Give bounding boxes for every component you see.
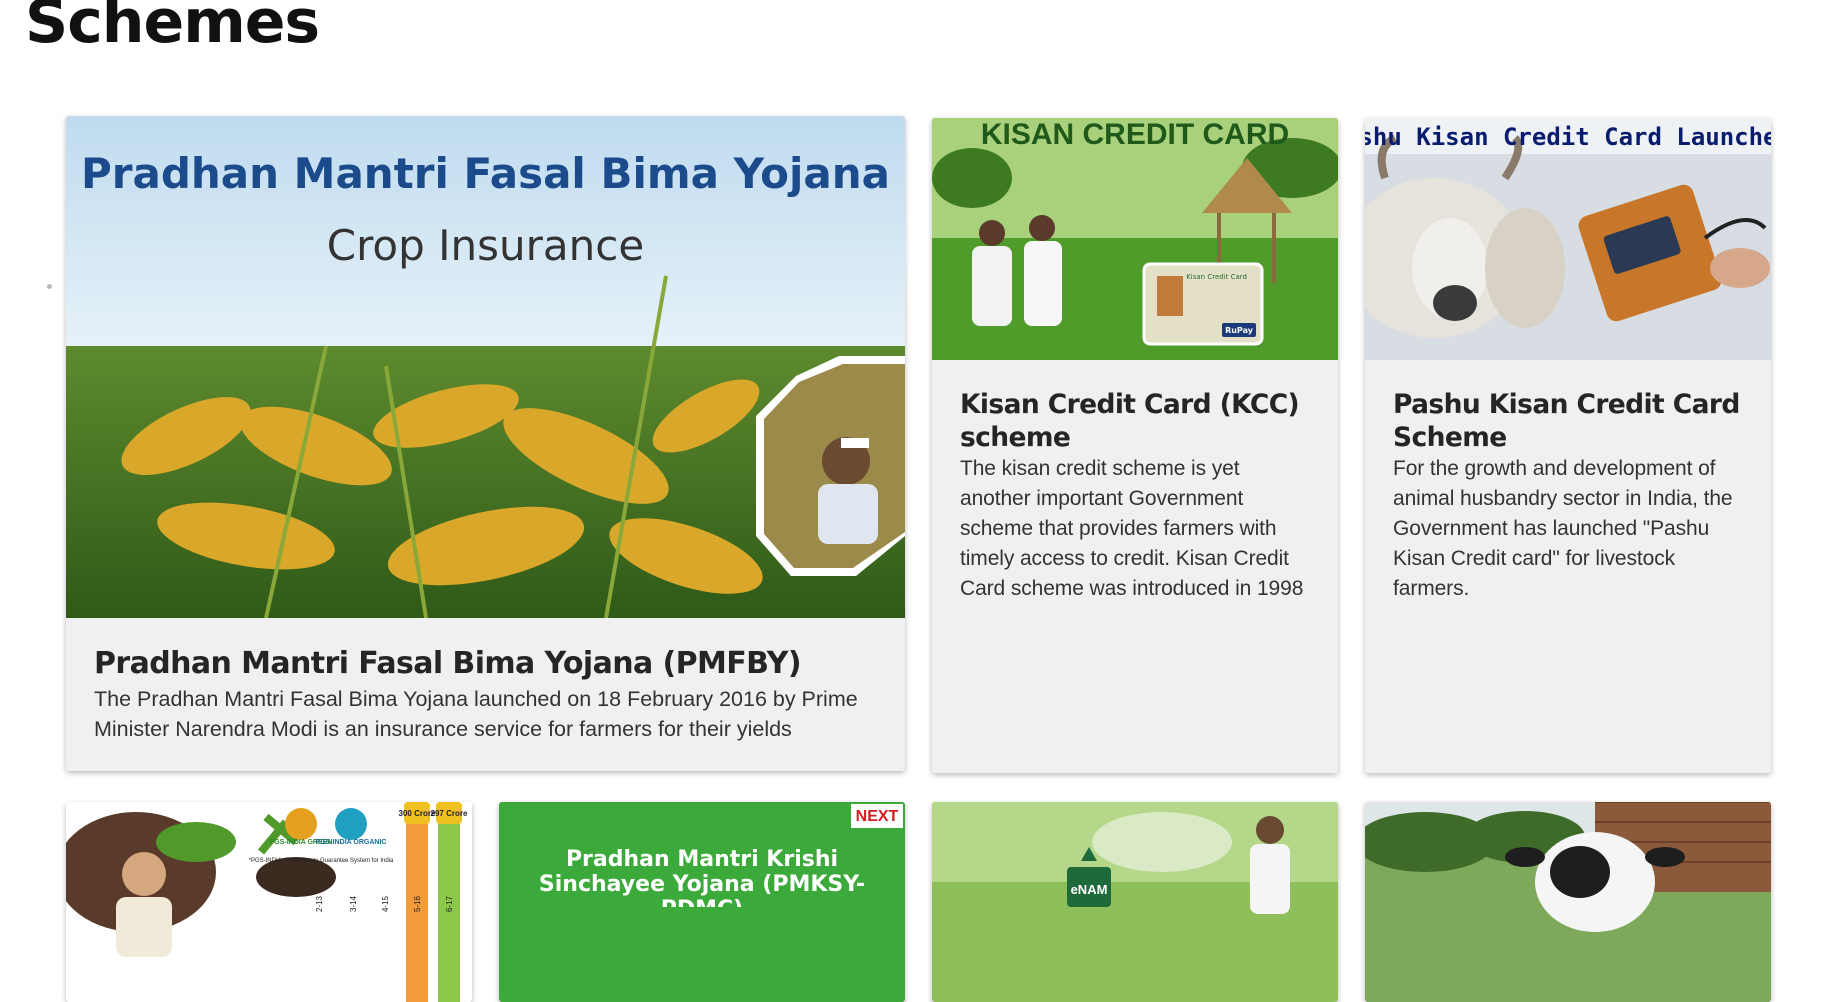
kcc-image-heading: KISAN CREDIT CARD bbox=[981, 118, 1289, 151]
scheme-card-pashu-kcc[interactable]: ashu Kisan Credit Card Launched Pashu Ki… bbox=[1365, 118, 1771, 773]
pmksy-image-heading: Pradhan Mantri Krishi Sinchayee Yojana (… bbox=[538, 847, 866, 907]
pgs-year-5: 6-17 bbox=[445, 895, 454, 912]
pkcc-title[interactable]: Pashu Kisan Credit Card Scheme bbox=[1393, 388, 1743, 454]
scheme-card-pmfby[interactable]: Pradhan Mantri Fasal Bima Yojana Crop In… bbox=[66, 116, 905, 771]
pgs-year-2: 3-14 bbox=[349, 895, 358, 912]
scheme-card-pmksy[interactable]: NEXT Pradhan Mantri Krishi Sinchayee Yoj… bbox=[499, 802, 905, 1002]
scheme-card-pgs-india[interactable]: PGS-INDIA GREEN PGS-INDIA ORGANIC *PGS-I… bbox=[66, 802, 472, 1002]
pgs-year-4: 5-16 bbox=[413, 895, 422, 912]
pkcc-image: ashu Kisan Credit Card Launched bbox=[1365, 118, 1771, 360]
pgs-logo-organic: PGS-INDIA ORGANIC bbox=[316, 839, 387, 846]
enam-image: eNAM bbox=[932, 802, 1338, 1002]
kcc-image: Kisan Credit Card RuPay KISAN CREDIT CAR… bbox=[932, 118, 1338, 360]
scheme-card-enam[interactable]: eNAM bbox=[932, 802, 1338, 1002]
pmfby-banner-image: Pradhan Mantri Fasal Bima Yojana Crop In… bbox=[66, 116, 905, 618]
page-title: Schemes bbox=[25, 0, 320, 57]
pkcc-image-heading: ashu Kisan Credit Card Launched bbox=[1365, 123, 1771, 151]
pgs-caption: *PGS-INDIA: Participatory Guarantee Syst… bbox=[249, 858, 394, 864]
scheme-card-dairy[interactable] bbox=[1365, 802, 1771, 1002]
kcc-title[interactable]: Kisan Credit Card (KCC) scheme bbox=[960, 388, 1310, 454]
kcc-description: The kisan credit scheme is yet another i… bbox=[960, 457, 1304, 600]
kcc-card-brand: RuPay bbox=[1225, 326, 1254, 335]
pkcc-description: For the growth and development of animal… bbox=[1393, 457, 1733, 600]
pmfby-image-subheading: Crop Insurance bbox=[327, 221, 644, 270]
pgs-year-1: 2-13 bbox=[315, 895, 324, 912]
pgs-bar-label-2: 297 Crore bbox=[431, 809, 468, 818]
pmfby-title[interactable]: Pradhan Mantri Fasal Bima Yojana (PMFBY) bbox=[94, 646, 877, 682]
pgs-image: PGS-INDIA GREEN PGS-INDIA ORGANIC *PGS-I… bbox=[66, 802, 472, 1002]
pmfby-description: The Pradhan Mantri Fasal Bima Yojana lau… bbox=[94, 687, 858, 741]
scheme-card-kcc[interactable]: Kisan Credit Card RuPay KISAN CREDIT CAR… bbox=[932, 118, 1338, 773]
carousel-dot[interactable] bbox=[47, 284, 52, 289]
enam-logo: eNAM bbox=[1071, 882, 1108, 897]
kcc-card-label: Kisan Credit Card bbox=[1186, 273, 1247, 281]
pmfby-image-heading: Pradhan Mantri Fasal Bima Yojana bbox=[81, 149, 890, 198]
dairy-image bbox=[1365, 802, 1771, 1002]
pmksy-image: NEXT Pradhan Mantri Krishi Sinchayee Yoj… bbox=[499, 802, 905, 1002]
pmksy-badge: NEXT bbox=[856, 808, 899, 825]
pgs-year-3: 4-15 bbox=[381, 895, 390, 912]
